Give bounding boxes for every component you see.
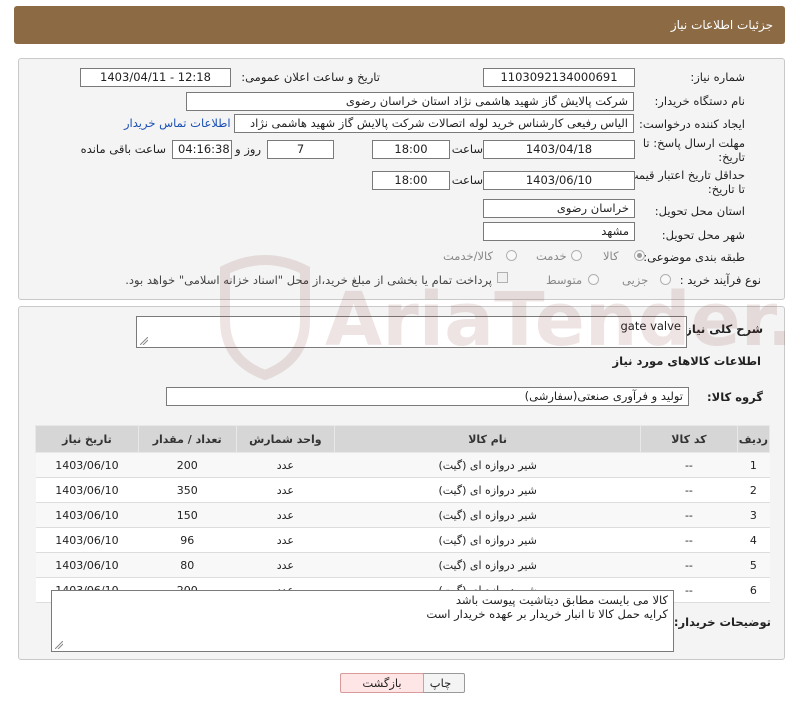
name-cell: شیر دروازه ای (گیت) (334, 477, 641, 503)
province-field[interactable]: خراسان رضوی (483, 199, 635, 218)
city-label: شهر محل تحویل: (661, 228, 745, 242)
page-header: جزئیات اطلاعات نیاز (14, 6, 785, 44)
unit-cell: عدد (236, 502, 335, 528)
city-field[interactable]: مشهد (483, 222, 635, 241)
reply-deadline-label: مهلت ارسال پاسخ: تا تاریخ: (642, 136, 745, 164)
unit-cell: عدد (236, 477, 335, 503)
province-label: استان محل تحویل: (654, 204, 745, 218)
need-date-cell: 1403/06/10 (35, 477, 139, 503)
row-number-cell: 5 (737, 552, 770, 578)
creator-label: ایجاد کننده درخواست: (639, 117, 745, 131)
need-description-label: شرح کلی نیاز: (680, 322, 763, 336)
quantity-cell: 150 (138, 502, 237, 528)
need-description-text: gate valve (620, 319, 681, 333)
need-number-label: شماره نیاز: (690, 70, 745, 84)
code-cell: -- (640, 552, 738, 578)
days-label: روز و (235, 142, 261, 156)
row-number-cell: 3 (737, 502, 770, 528)
quantity-cell: 350 (138, 477, 237, 503)
treasury-payment-note: پرداخت تمام یا بخشی از مبلغ خرید،از محل … (125, 273, 492, 287)
buyer-org-field[interactable]: شرکت پالایش گاز شهید هاشمی نژاد استان خر… (186, 92, 634, 111)
process-minor-label: جزیی (622, 273, 649, 287)
need-date-cell: 1403/06/10 (35, 527, 139, 553)
need-date-cell: 1403/06/10 (35, 552, 139, 578)
buyer-notes-field[interactable]: کالا می بایست مطابق دیتاشیت پیوست باشد ک… (51, 590, 674, 652)
name-cell: شیر دروازه ای (گیت) (334, 527, 641, 553)
need-date-cell: 1403/06/10 (35, 452, 139, 478)
buyer-notes-line-2: کرایه حمل کالا تا انبار خریدار بر عهده خ… (426, 607, 668, 621)
code-cell: -- (640, 477, 738, 503)
name-cell: شیر دروازه ای (گیت) (334, 452, 641, 478)
remaining-time-field: 04:16:38 (172, 140, 232, 159)
quantity-cell: 96 (138, 527, 237, 553)
price-date-field[interactable]: 1403/06/10 (483, 171, 635, 190)
buyer-notes-line-1: کالا می بایست مطابق دیتاشیت پیوست باشد (455, 593, 668, 607)
name-cell: شیر دروازه ای (گیت) (334, 502, 641, 528)
goods-table-header: ردیف کد کالا نام کالا واحد شمارش تعداد /… (35, 425, 771, 453)
col-header-quantity: تعداد / مقدار (137, 425, 237, 453)
col-header-code: کد کالا (640, 425, 738, 453)
table-row: 2 -- شیر دروازه ای (گیت) عدد 350 1403/06… (35, 477, 770, 503)
process-medium-label: متوسط (546, 273, 583, 287)
reply-time-label: ساعت (451, 142, 483, 156)
quantity-cell: 80 (138, 552, 237, 578)
col-header-unit: واحد شمارش (235, 425, 336, 453)
price-validity-label: حداقل تاریخ اعتبار قیمت: تا تاریخ: (623, 168, 745, 196)
row-number-cell: 4 (737, 527, 770, 553)
table-row: 5 -- شیر دروازه ای (گیت) عدد 80 1403/06/… (35, 552, 770, 578)
process-medium-radio[interactable] (588, 274, 599, 285)
resize-grip-icon[interactable] (55, 641, 63, 649)
announce-date-field[interactable]: 1403/04/11 - 12:18 (80, 68, 231, 87)
announce-date-label: تاریخ و ساعت اعلان عمومی: (241, 70, 380, 84)
table-row: 1 -- شیر دروازه ای (گیت) عدد 200 1403/06… (35, 452, 770, 478)
category-both-radio[interactable] (506, 250, 517, 261)
buyer-notes-label: توضیحات خریدار: (673, 615, 771, 629)
need-number-field[interactable]: 1103092134000691 (483, 68, 635, 87)
category-goods-radio[interactable] (634, 250, 645, 261)
process-minor-radio[interactable] (660, 274, 671, 285)
name-cell: شیر دروازه ای (گیت) (334, 552, 641, 578)
quantity-cell: 200 (138, 452, 237, 478)
row-number-cell: 6 (737, 577, 770, 603)
category-service-label: خدمت (536, 249, 567, 263)
back-button[interactable]: بازگشت (340, 673, 424, 693)
goods-group-label: گروه کالا: (707, 390, 763, 404)
category-service-radio[interactable] (571, 250, 582, 261)
reply-time-field[interactable]: 18:00 (372, 140, 450, 159)
buyer-contact-link[interactable]: اطلاعات تماس خریدار (124, 116, 231, 130)
price-time-label: ساعت (451, 173, 483, 187)
treasury-payment-checkbox[interactable] (497, 272, 508, 283)
creator-field[interactable]: الیاس رفیعی کارشناس خرید لوله اتصالات شر… (234, 114, 634, 133)
row-number-cell: 1 (737, 452, 770, 478)
row-number-cell: 2 (737, 477, 770, 503)
code-cell: -- (640, 527, 738, 553)
resize-grip-icon[interactable] (140, 337, 148, 345)
table-row: 4 -- شیر دروازه ای (گیت) عدد 96 1403/06/… (35, 527, 770, 553)
category-both-label: کالا/خدمت (443, 249, 494, 263)
category-label: طبقه بندی موضوعی: (643, 250, 745, 264)
reply-date-field[interactable]: 1403/04/18 (483, 140, 635, 159)
goods-table: ردیف کد کالا نام کالا واحد شمارش تعداد /… (35, 425, 771, 603)
col-header-name: نام کالا (334, 425, 642, 453)
price-time-field[interactable]: 18:00 (372, 171, 450, 190)
code-cell: -- (640, 502, 738, 528)
col-header-row-number: ردیف (736, 425, 771, 453)
category-goods-label: کالا (603, 249, 619, 263)
buyer-org-label: نام دستگاه خریدار: (654, 94, 745, 108)
col-header-need-date: تاریخ نیاز (35, 425, 139, 453)
page-title: جزئیات اطلاعات نیاز (670, 18, 773, 32)
remaining-time-label: ساعت باقی مانده (80, 142, 166, 156)
goods-section-title: اطلاعات کالاهای مورد نیاز (612, 354, 761, 368)
process-type-label: نوع فرآیند خرید : (679, 273, 761, 287)
code-cell: -- (640, 452, 738, 478)
unit-cell: عدد (236, 552, 335, 578)
need-date-cell: 1403/06/10 (35, 502, 139, 528)
table-row: 3 -- شیر دروازه ای (گیت) عدد 150 1403/06… (35, 502, 770, 528)
need-description-field[interactable]: gate valve (136, 316, 687, 348)
goods-group-field[interactable]: تولید و فرآوری صنعتی(سفارشی) (166, 387, 689, 406)
unit-cell: عدد (236, 452, 335, 478)
unit-cell: عدد (236, 527, 335, 553)
days-field[interactable]: 7 (267, 140, 334, 159)
